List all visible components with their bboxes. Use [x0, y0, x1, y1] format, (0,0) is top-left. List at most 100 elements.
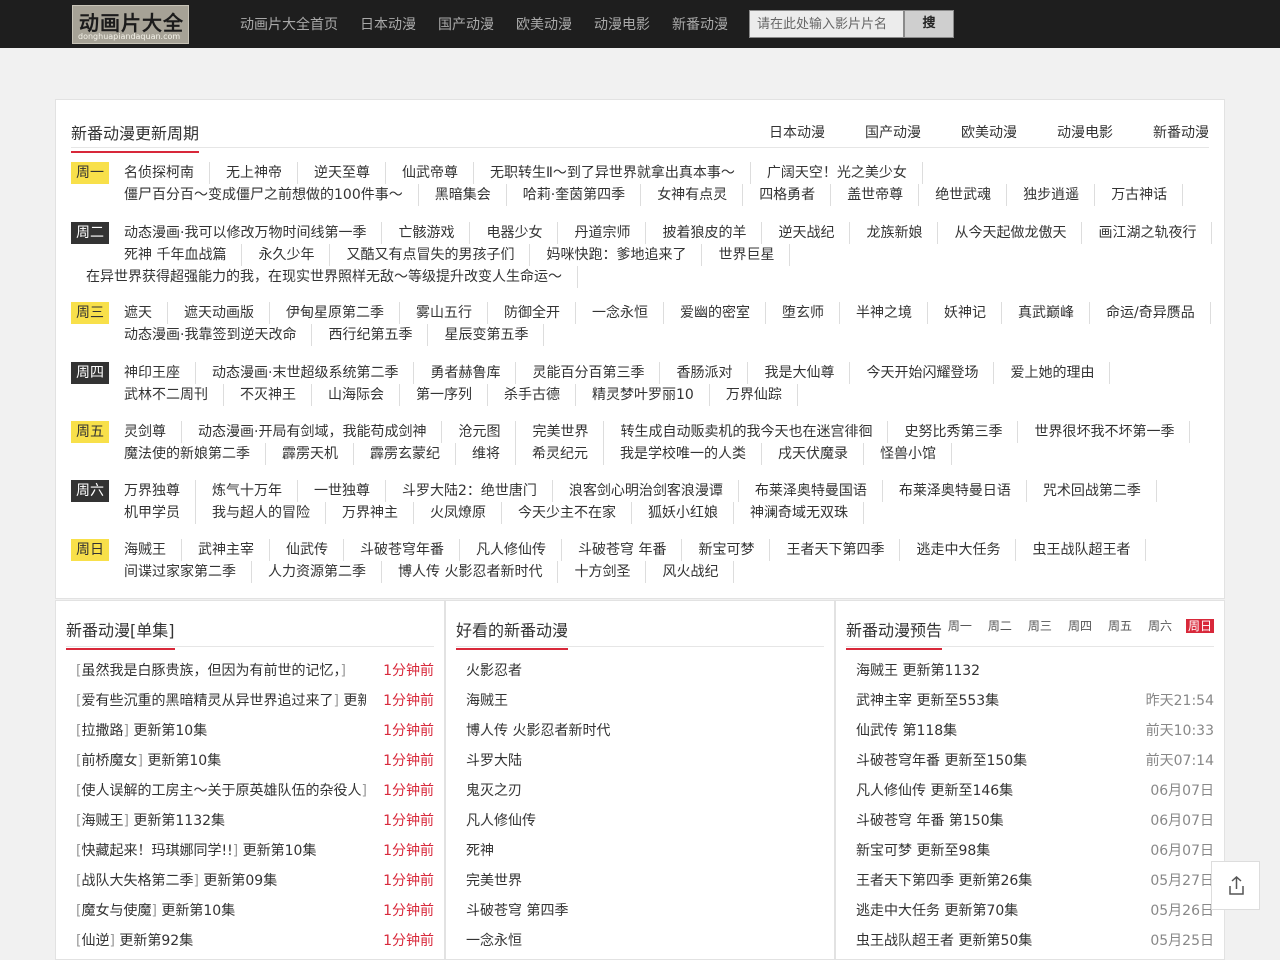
episode-text[interactable]: [海贼王] 更新第1132集 [76, 806, 225, 836]
show-link[interactable]: 勇者赫鲁库 [430, 362, 517, 384]
show-link[interactable]: 不灭神王 [240, 384, 312, 406]
show-link[interactable]: 我与超人的冒险 [212, 502, 326, 524]
show-link[interactable]: 史努比秀第三季 [904, 421, 1019, 443]
show-link[interactable]: 遮天动画版 [184, 302, 270, 324]
show-link[interactable]: 一世独尊 [314, 480, 386, 502]
show-link[interactable]: 西行纪第五季 [328, 324, 429, 346]
list-item[interactable]: [魔女与使魔] 更新第10集 1分钟前 [66, 896, 434, 926]
show-link[interactable]: 动态漫画·开局有剑域，我能苟成剑神 [198, 421, 443, 443]
tab-day[interactable]: 周六 [1146, 619, 1174, 633]
show-link[interactable]: 一念永恒 [592, 302, 664, 324]
tab-anime-movies[interactable]: 动漫电影 [1057, 122, 1113, 142]
popular-title-link[interactable]: 凡人修仙传 [466, 806, 536, 836]
show-link[interactable]: 十方剑圣 [574, 561, 647, 583]
popular-title-link[interactable]: 鬼灭之刃 [466, 776, 522, 806]
list-item[interactable]: [快藏起来！玛琪娜同学!!] 更新第10集 1分钟前 [66, 836, 434, 866]
preview-text[interactable]: 逃走中大任务 更新第70集 [856, 896, 1018, 926]
nav-chinese-anime[interactable]: 国产动漫 [438, 0, 494, 48]
show-link[interactable]: 哈莉·奎茵第四季 [523, 184, 642, 206]
show-link[interactable]: 咒术回战第二季 [1043, 480, 1157, 502]
show-link[interactable]: 万界仙踪 [726, 384, 798, 406]
show-link[interactable]: 虫王战队超王者 [1032, 539, 1147, 561]
share-button[interactable] [1211, 861, 1260, 910]
show-link[interactable]: 万古神话 [1111, 184, 1184, 206]
show-link[interactable]: 希灵纪元 [532, 443, 604, 465]
show-link[interactable]: 武林不二周刊 [124, 384, 224, 406]
show-link[interactable]: 霹雳天机 [282, 443, 354, 465]
show-link[interactable]: 名侦探柯南 [124, 162, 210, 184]
list-item[interactable]: [虽然我是白豚贵族，但因为有前世的记忆，] 1分钟前 [66, 656, 434, 686]
popular-title-link[interactable]: 博人传 火影忍者新时代 [466, 716, 610, 746]
show-link[interactable]: 无职转生Ⅱ～到了异世界就拿出真本事～ [490, 162, 751, 184]
show-link[interactable]: 狐妖小红娘 [648, 502, 734, 524]
search-input[interactable] [749, 10, 904, 38]
show-link[interactable]: 魔法使的新娘第二季 [124, 443, 266, 465]
tab-new-anime[interactable]: 新番动漫 [1153, 122, 1209, 142]
show-link[interactable]: 新宝可梦 [698, 539, 771, 561]
list-item[interactable]: [仙逆] 更新第92集 1分钟前 [66, 926, 434, 956]
show-link[interactable]: 人力资源第二季 [268, 561, 382, 583]
episode-text[interactable]: [虽然我是白豚贵族，但因为有前世的记忆，] [76, 656, 346, 686]
tab-day[interactable]: 周二 [986, 619, 1014, 633]
show-link[interactable]: 杀手古德 [504, 384, 576, 406]
popular-title-link[interactable]: 火影忍者 [466, 656, 522, 686]
show-link[interactable]: 又酷又有点冒失的男孩子们 [346, 244, 531, 266]
show-link[interactable]: 我是大仙尊 [764, 362, 851, 384]
show-link[interactable]: 披着狼皮的羊 [662, 222, 763, 244]
show-link[interactable]: 动态漫画·末世超级系统第二季 [212, 362, 415, 384]
show-link[interactable]: 凡人修仙传 [476, 539, 562, 561]
show-link[interactable]: 戌天伏魔录 [778, 443, 864, 465]
show-link[interactable]: 从今天起做龙傲天 [954, 222, 1083, 244]
show-link[interactable]: 布莱泽奥特曼国语 [755, 480, 883, 502]
tab-day[interactable]: 周四 [1066, 619, 1094, 633]
show-link[interactable]: 遮天 [124, 302, 168, 324]
episode-text[interactable]: [爱有些沉重的黑暗精灵从异世界追过来了] 更新 [76, 686, 366, 716]
show-link[interactable]: 伊甸星原第二季 [286, 302, 400, 324]
show-link[interactable]: 机甲学员 [124, 502, 196, 524]
preview-text[interactable]: 虫王战队超王者 更新第50集 [856, 926, 1032, 956]
list-item[interactable]: 完美世界 [456, 866, 824, 896]
show-link[interactable]: 无上神帝 [226, 162, 298, 184]
show-link[interactable]: 火凤燎原 [430, 502, 502, 524]
list-item[interactable]: [战队大失格第二季] 更新第09集 1分钟前 [66, 866, 434, 896]
show-link[interactable]: 亡骸游戏 [398, 222, 471, 244]
show-link[interactable]: 动态漫画·我可以修改万物时间线第一季 [124, 222, 383, 244]
show-link[interactable]: 动态漫画·我靠签到逆天改命 [124, 324, 313, 346]
list-item[interactable]: 斗破苍穹年番 更新至150集 前天07:14 [846, 746, 1214, 776]
show-link[interactable]: 风火战纪 [662, 561, 735, 583]
show-link[interactable]: 妖神记 [944, 302, 1002, 324]
episode-text[interactable]: [魔女与使魔] 更新第10集 [76, 896, 235, 926]
show-link[interactable]: 沧元图 [458, 421, 517, 443]
show-link[interactable]: 浪客剑心明治剑客浪漫谭 [569, 480, 739, 502]
list-item[interactable]: [海贼王] 更新第1132集 1分钟前 [66, 806, 434, 836]
show-link[interactable]: 绝世武魂 [935, 184, 1008, 206]
episode-text[interactable]: [战队大失格第二季] 更新第09集 [76, 866, 277, 896]
show-link[interactable]: 堕玄师 [782, 302, 840, 324]
show-link[interactable]: 防御全开 [504, 302, 576, 324]
list-item[interactable]: 凡人修仙传 更新至146集 06月07日 [846, 776, 1214, 806]
preview-text[interactable]: 仙武传 第118集 [856, 716, 957, 746]
list-item[interactable]: 海贼王 [456, 686, 824, 716]
preview-text[interactable]: 王者天下第四季 更新第26集 [856, 866, 1032, 896]
show-link[interactable]: 世界很坏我不坏第一季 [1034, 421, 1191, 443]
show-link[interactable]: 武神主宰 [198, 539, 270, 561]
show-link[interactable]: 山海际会 [328, 384, 400, 406]
show-link[interactable]: 仙武帝尊 [402, 162, 474, 184]
preview-text[interactable]: 武神主宰 更新至553集 [856, 686, 999, 716]
list-item[interactable]: [前桥魔女] 更新第10集 1分钟前 [66, 746, 434, 776]
popular-title-link[interactable]: 斗罗大陆 [466, 746, 522, 776]
episode-text[interactable]: [使人误解的工房主～关于原英雄队伍的杂役人] [76, 776, 366, 806]
preview-text[interactable]: 斗破苍穹年番 更新至150集 [856, 746, 1027, 776]
list-item[interactable]: 逃走中大任务 更新第70集 05月26日 [846, 896, 1214, 926]
list-item[interactable]: 仙武传 第118集 前天10:33 [846, 716, 1214, 746]
list-item[interactable]: [使人误解的工房主～关于原英雄队伍的杂役人] 1分钟前 [66, 776, 434, 806]
list-item[interactable]: 火影忍者 [456, 656, 824, 686]
list-item[interactable]: 斗罗大陆 [456, 746, 824, 776]
show-link[interactable]: 完美世界 [532, 421, 605, 443]
list-item[interactable]: 斗破苍穹 年番 第150集 06月07日 [846, 806, 1214, 836]
list-item[interactable]: 鬼灭之刃 [456, 776, 824, 806]
show-link[interactable]: 女神有点灵 [657, 184, 744, 206]
list-item[interactable]: [爱有些沉重的黑暗精灵从异世界追过来了] 更新 1分钟前 [66, 686, 434, 716]
list-item[interactable]: 死神 [456, 836, 824, 866]
show-link[interactable]: 海贼王 [124, 539, 182, 561]
